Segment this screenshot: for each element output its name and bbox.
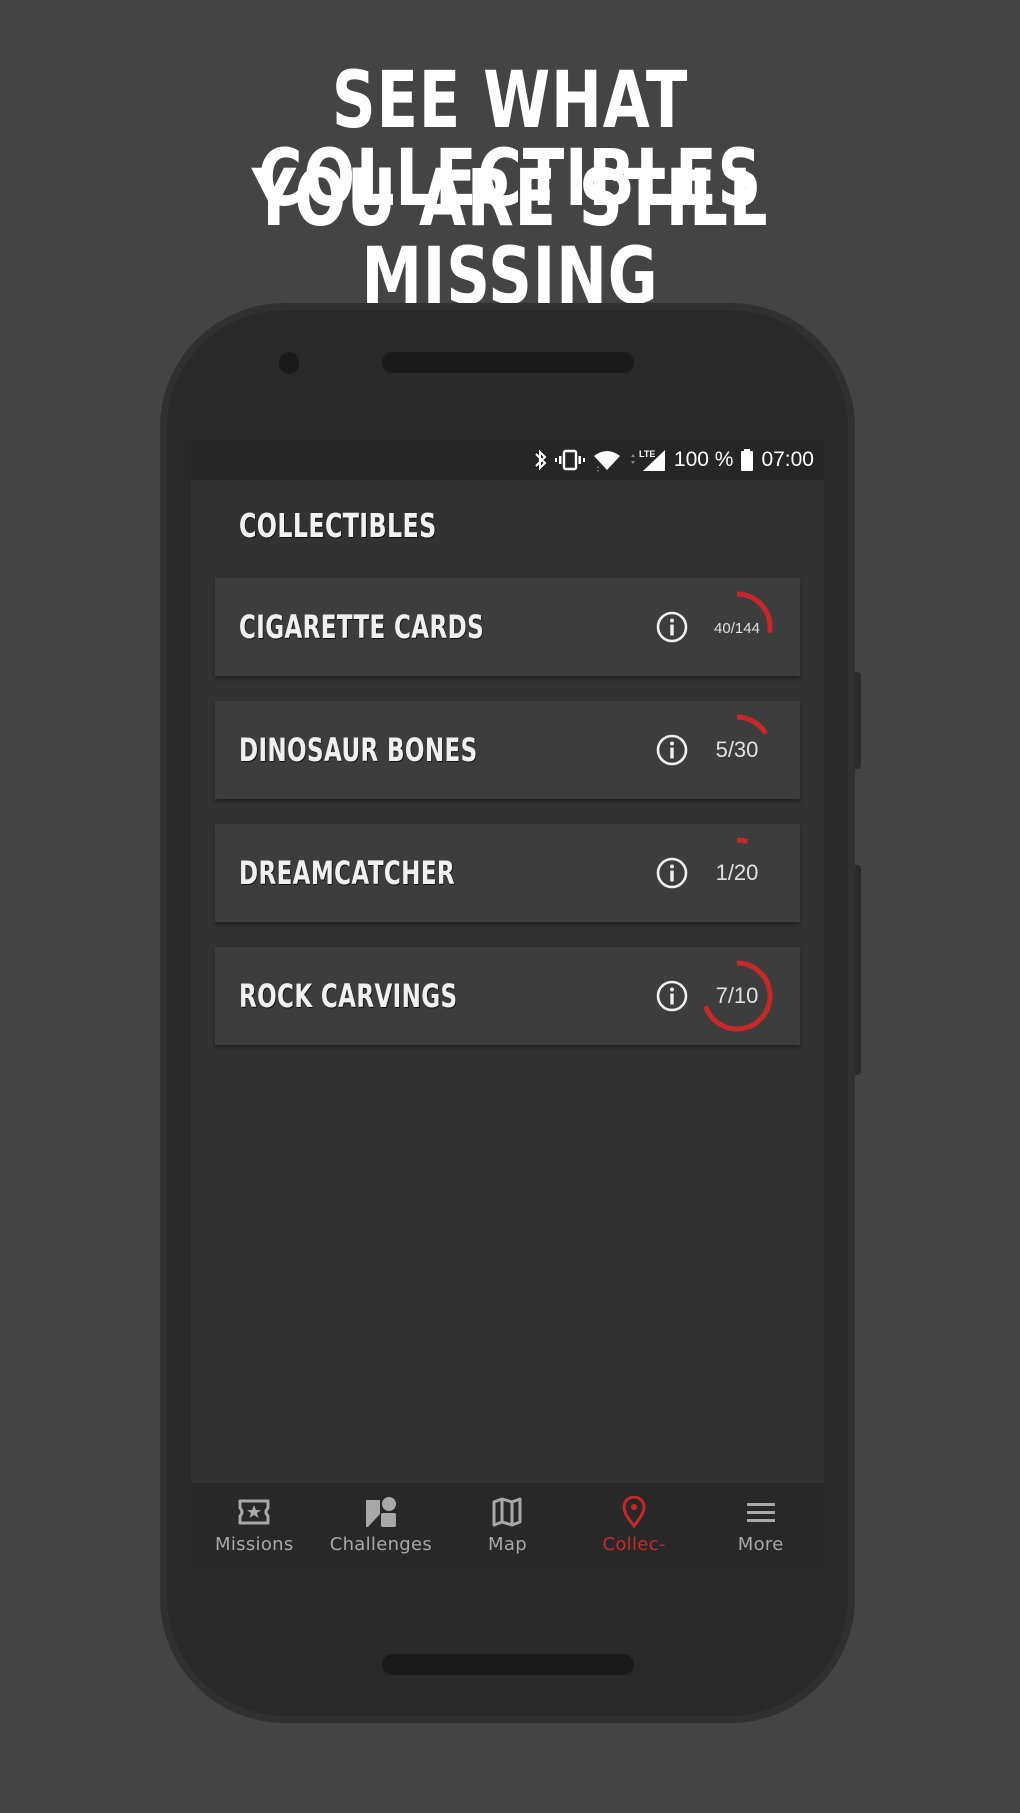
collectible-card-cigarette-cards[interactable]: CIGARETTE CARDS 40/144 xyxy=(215,578,800,676)
nav-label: Collec- xyxy=(602,1534,666,1555)
progress-ring: 7/10 xyxy=(699,958,775,1034)
page-title: COLLECTIBLES xyxy=(239,506,437,545)
progress-ring: 5/30 xyxy=(699,712,775,788)
phone-volume-button xyxy=(855,865,861,1075)
phone-power-button xyxy=(855,672,861,769)
lte-signal-icon: LTE xyxy=(629,448,667,472)
shapes-icon xyxy=(364,1496,398,1528)
nav-label: Missions xyxy=(215,1534,294,1555)
status-bar: LTE 100 % 07:00 xyxy=(191,440,824,480)
info-icon[interactable] xyxy=(655,979,689,1013)
collectible-card-dreamcatcher[interactable]: DREAMCATCHER 1/20 xyxy=(215,824,800,922)
battery-percent: 100 % xyxy=(673,448,734,471)
front-camera xyxy=(279,352,299,374)
nav-label: More xyxy=(737,1534,784,1555)
nav-item-map[interactable]: Map xyxy=(444,1483,571,1567)
progress-count: 7/10 xyxy=(715,983,759,1008)
info-icon[interactable] xyxy=(655,856,689,890)
progress-ring: 40/144 xyxy=(699,589,775,665)
phone-speaker xyxy=(382,352,634,373)
nav-item-challenges[interactable]: Challenges xyxy=(318,1483,445,1567)
progress-count: 5/30 xyxy=(715,737,759,762)
nav-item-more[interactable]: More xyxy=(697,1483,824,1567)
collectible-name: ROCK CARVINGS xyxy=(239,977,458,1015)
collectible-name: DREAMCATCHER xyxy=(239,854,456,892)
ticket-star-icon xyxy=(237,1496,271,1528)
phone-bottom-speaker xyxy=(382,1654,634,1675)
collectible-card-dinosaur-bones[interactable]: DINOSAUR BONES 5/30 xyxy=(215,701,800,799)
battery-icon xyxy=(740,448,754,472)
progress-count: 1/20 xyxy=(715,860,759,885)
nav-item-collectibles[interactable]: Collec- xyxy=(571,1483,698,1567)
nav-item-missions[interactable]: Missions xyxy=(191,1483,318,1567)
collectible-name: CIGARETTE CARDS xyxy=(239,608,485,646)
bottom-navigation: Missions Challenges Map Collec- More xyxy=(191,1483,824,1567)
collectible-card-rock-carvings[interactable]: ROCK CARVINGS 7/10 xyxy=(215,947,800,1045)
headline-line-2: YOU ARE STILL MISSING xyxy=(251,154,769,322)
bluetooth-icon xyxy=(534,448,548,472)
progress-count: 40/144 xyxy=(714,619,760,637)
collectible-name: DINOSAUR BONES xyxy=(239,731,478,769)
info-icon[interactable] xyxy=(655,733,689,767)
vibrate-icon xyxy=(554,448,585,472)
menu-icon xyxy=(744,1496,778,1528)
progress-ring: 1/20 xyxy=(699,835,775,911)
map-icon xyxy=(490,1496,524,1528)
info-icon[interactable] xyxy=(655,610,689,644)
nav-label: Challenges xyxy=(329,1534,433,1555)
clock: 07:00 xyxy=(761,448,814,471)
nav-label: Map xyxy=(488,1534,527,1555)
location-pin-icon xyxy=(617,1496,651,1528)
svg-text:LTE: LTE xyxy=(639,449,655,459)
wifi-icon xyxy=(592,448,622,472)
collectibles-screen: COLLECTIBLES CIGARETTE CARDS 40/144 DINO… xyxy=(191,480,824,1483)
